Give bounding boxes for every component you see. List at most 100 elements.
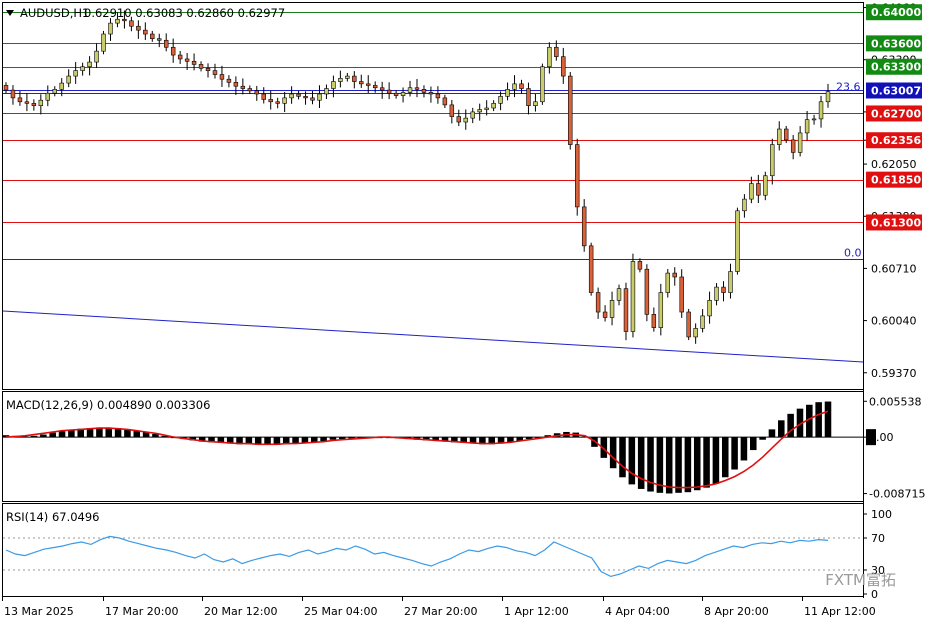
candle-body xyxy=(414,87,420,90)
level-tag-label-4: 0.62356 xyxy=(871,134,921,147)
candle-body xyxy=(609,300,615,318)
fib-label-0: 23.6 xyxy=(836,81,861,94)
candle-body xyxy=(686,311,691,338)
candle-body xyxy=(825,91,831,103)
fib-label-1: 0.0 xyxy=(844,247,862,260)
level-tag-label-3: 0.62700 xyxy=(871,107,921,120)
candle-body xyxy=(700,315,705,329)
time-tick-label: 8 Apr 20:00 xyxy=(704,605,769,618)
candle-body xyxy=(470,111,475,119)
candle-body xyxy=(756,183,761,196)
price-tick-label: 0.59370 xyxy=(871,367,917,380)
candle-body xyxy=(310,97,315,101)
candle-body xyxy=(804,119,810,134)
candle-body xyxy=(3,85,9,91)
candle-body xyxy=(184,58,190,62)
candle-body xyxy=(205,67,211,71)
symbol-label: AUDUSD,H1 xyxy=(20,6,89,20)
macd-bar xyxy=(58,431,66,438)
candle-body xyxy=(505,89,510,97)
candle-body xyxy=(449,104,455,117)
candle-body xyxy=(707,300,712,317)
macd-bar xyxy=(68,430,75,438)
candle-body xyxy=(742,198,747,212)
candle-body xyxy=(108,22,113,35)
time-tick-label: 4 Apr 04:00 xyxy=(605,605,670,618)
candle-body xyxy=(519,83,524,89)
level-tag-label-6: 0.61300 xyxy=(871,216,921,229)
candle-body xyxy=(637,261,643,270)
candle-body xyxy=(289,93,294,99)
candle-body xyxy=(17,97,23,103)
candle-body xyxy=(247,88,253,92)
candle-body xyxy=(818,101,824,120)
macd-bar xyxy=(609,437,617,469)
candle-body xyxy=(714,286,719,301)
candle-body xyxy=(164,39,169,48)
time-tick-label: 13 Mar 2025 xyxy=(4,605,74,618)
price-tick-label: 0.62050 xyxy=(871,158,917,171)
candle-body xyxy=(198,64,204,69)
candle-body xyxy=(477,109,482,113)
candle-body xyxy=(261,93,266,100)
candle-body xyxy=(421,89,427,93)
macd-bar xyxy=(703,437,710,488)
candle-body xyxy=(811,118,817,121)
time-tick-label: 25 Mar 04:00 xyxy=(304,605,377,618)
candle-body xyxy=(275,101,280,104)
candle-body xyxy=(331,81,336,89)
candle-body xyxy=(24,101,30,104)
price-tick-label: 0.60040 xyxy=(871,315,917,328)
candle-body xyxy=(665,272,670,293)
candle-body xyxy=(575,144,580,208)
macd-bar xyxy=(824,401,832,438)
candle-body xyxy=(644,268,650,315)
macd-bar xyxy=(731,437,738,470)
candle-body xyxy=(672,272,677,278)
macd-bar xyxy=(675,437,682,493)
candle-body xyxy=(254,90,259,95)
macd-bar xyxy=(329,437,337,440)
candle-body xyxy=(407,87,413,93)
time-tick-label: 1 Apr 12:00 xyxy=(504,605,569,618)
candle-body xyxy=(498,96,503,104)
candle-body xyxy=(790,139,796,153)
candle-body xyxy=(379,87,385,91)
macd-bar xyxy=(768,429,776,438)
candle-body xyxy=(31,103,37,106)
candle-body xyxy=(561,56,566,77)
candle-body xyxy=(150,33,155,40)
macd-bar xyxy=(665,437,673,494)
candle-body xyxy=(728,271,733,293)
candle-body xyxy=(393,92,399,96)
macd-bar xyxy=(759,437,766,440)
candle-body xyxy=(59,82,64,90)
candle-body xyxy=(763,175,768,196)
candle-body xyxy=(658,292,664,328)
time-tick-label: 27 Mar 20:00 xyxy=(404,605,477,618)
macd-bar xyxy=(124,429,131,438)
macd-bar xyxy=(684,437,692,493)
candle-body xyxy=(770,144,775,177)
candle-body xyxy=(526,88,531,106)
candle-body xyxy=(136,25,141,31)
level-tag-label-1: 0.63600 xyxy=(871,37,921,50)
candle-body xyxy=(735,210,740,272)
candle-body xyxy=(623,288,629,332)
candle-body xyxy=(345,75,350,79)
candle-body xyxy=(38,99,44,106)
ohlc-readout: 0.62910 0.63083 0.62860 0.62977 xyxy=(84,6,285,20)
level-tag-label-5: 0.61850 xyxy=(871,174,921,187)
candle-body xyxy=(463,117,468,123)
candle-body xyxy=(129,20,134,27)
candle-body xyxy=(80,66,85,71)
candle-body xyxy=(170,46,176,56)
candle-body xyxy=(783,128,789,141)
time-tick-label: 11 Apr 12:00 xyxy=(804,605,876,618)
candle-body xyxy=(240,85,246,89)
candle-body xyxy=(143,29,148,35)
candle-body xyxy=(212,70,218,75)
fxtm-watermark: FXTM富拓 xyxy=(825,571,896,589)
candle-body xyxy=(442,97,448,106)
macd-bar xyxy=(637,437,645,489)
